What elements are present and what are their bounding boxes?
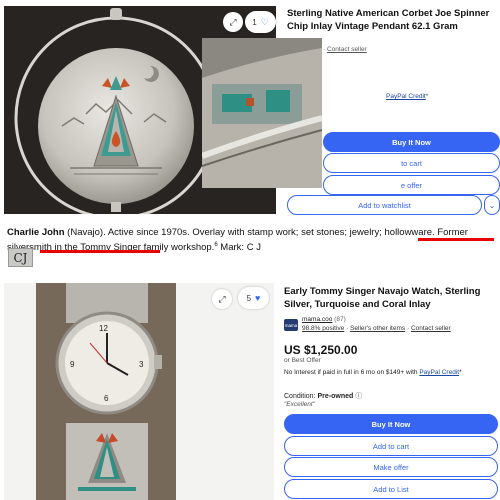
contact-seller-link[interactable]: Contact seller — [327, 46, 367, 53]
condition-value: Pre-owned — [317, 393, 354, 400]
seller-feedback-count: (87) — [334, 316, 346, 323]
paypal-credit-link-2[interactable]: PayPal Credit — [419, 369, 459, 376]
add-to-list-button[interactable]: Add to List — [284, 479, 498, 499]
financing-text: No Interest if paid in full in 6 mo on $… — [284, 369, 420, 376]
chevron-down-icon[interactable]: ⌄ — [484, 195, 500, 215]
bio-mark: Mark: C J — [217, 242, 261, 254]
make-offer-button-2[interactable]: Make offer — [284, 457, 498, 477]
sellers-other-items-link[interactable]: Seller's other items — [350, 325, 405, 332]
condition-label: Condition: — [284, 393, 316, 400]
svg-text:9: 9 — [70, 360, 75, 369]
or-best-offer: or Best Offer — [284, 357, 321, 364]
listing-1-title[interactable]: Sterling Native American Corbet Joe Spin… — [287, 8, 492, 33]
image-count-pill[interactable]: 1 ♡ — [245, 11, 276, 33]
screenshot-collage: ⤢ 1 ♡ Sterling Native American Corbet Jo… — [0, 0, 500, 500]
watch-image: 12 3 6 9 — [4, 283, 274, 500]
add-to-watchlist-button[interactable]: Add to watchlist — [287, 195, 482, 215]
image-counter: 1 — [252, 17, 257, 27]
heart-icon[interactable]: ♡ — [261, 17, 269, 28]
price: US $1,250.00 — [284, 343, 358, 357]
highlight-underline-1 — [418, 238, 494, 241]
info-icon[interactable]: ⓘ — [355, 393, 362, 400]
condition-row: Condition: Pre-owned ⓘ — [284, 391, 362, 401]
financing-asterisk: * — [459, 369, 462, 376]
expand-icon[interactable]: ⤢ — [223, 12, 243, 32]
paypal-credit-link[interactable]: PayPal Credit — [386, 93, 426, 100]
artist-name: Charlie John — [7, 227, 65, 238]
hallmark-image: CJ — [8, 248, 33, 267]
add-to-cart-button-1[interactable]: to cart — [323, 153, 500, 173]
separator-1: · — [346, 325, 349, 332]
seller-name-row: mama.coo (87) — [302, 316, 346, 323]
listing-2-title[interactable]: Early Tommy Singer Navajo Watch, Sterlin… — [284, 286, 494, 311]
financing-note: No Interest if paid in full in 6 mo on $… — [284, 369, 462, 376]
contact-seller-link-2[interactable]: Contact seller — [411, 325, 451, 332]
buy-it-now-button-1[interactable]: Buy It Now — [323, 132, 500, 152]
svg-text:3: 3 — [139, 360, 144, 369]
seller-name-link[interactable]: mama.coo — [302, 316, 332, 323]
seller-avatar[interactable]: mama — [284, 319, 298, 331]
seller-links: 98.8% positive · Seller's other items · … — [302, 325, 451, 332]
highlight-underline-2 — [40, 250, 160, 253]
watch-photo[interactable]: 12 3 6 9 — [4, 283, 274, 500]
bio-text-a: (Navajo). Active since 1970s. Overlay wi… — [64, 227, 438, 238]
expand-icon-2[interactable]: ⤢ — [212, 289, 232, 309]
pendant-zoom-photo — [202, 38, 322, 188]
credit-asterisk: * — [425, 93, 429, 100]
image-counter-2: 5 — [246, 293, 252, 303]
buy-it-now-button-2[interactable]: Buy It Now — [284, 414, 498, 434]
listing-1: ⤢ 1 ♡ Sterling Native American Corbet Jo… — [0, 0, 500, 220]
listing-1-seller-links: · Contact seller — [323, 46, 367, 53]
add-to-cart-button-2[interactable]: Add to cart — [284, 436, 498, 456]
pendant-zoom-image — [202, 38, 322, 188]
svg-text:12: 12 — [99, 324, 108, 333]
heart-icon[interactable]: ♥ — [255, 293, 260, 303]
listing-1-credit: PayPal Credit* — [386, 93, 428, 100]
image-count-pill-2[interactable]: 5 ♥ — [238, 287, 269, 309]
seller-positive[interactable]: 98.8% positive — [302, 325, 344, 332]
make-offer-button-1[interactable]: e offer — [323, 175, 500, 195]
separator-2: · — [406, 325, 410, 332]
svg-text:6: 6 — [104, 394, 109, 403]
condition-note: "Excellent" — [284, 401, 315, 408]
